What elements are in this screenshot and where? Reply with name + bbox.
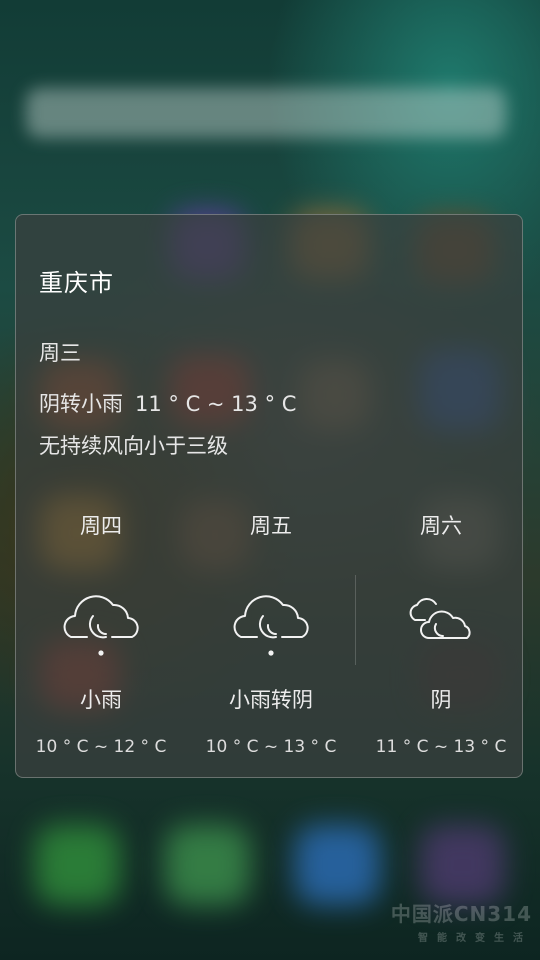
- forecast-day-label: 周六: [420, 514, 462, 538]
- forecast-day: 周四 小雨 10 ° C ~ 12 ° C: [16, 511, 186, 757]
- watermark-slogan: 智能改变生活: [418, 933, 532, 944]
- weather-card[interactable]: 重庆市 周三 阴转小雨 11 ° C ~ 13 ° C 无持续风向小于三级 周四 …: [15, 214, 523, 778]
- today-condition: 阴转小雨: [39, 392, 123, 416]
- blurred-search-bar: [26, 88, 506, 138]
- forecast-day: 周六 阴 11 ° C ~ 13 ° C: [356, 511, 526, 757]
- today-condition-line: 阴转小雨 11 ° C ~ 13 ° C: [39, 388, 296, 418]
- blurred-dock-icon: [165, 825, 250, 905]
- forecast-temperature: 10 ° C ~ 12 ° C: [35, 737, 167, 757]
- forecast-condition: 小雨: [80, 688, 122, 712]
- overcast-clouds-icon: [409, 598, 471, 639]
- today-wind: 无持续风向小于三级: [39, 434, 228, 458]
- city-name: 重庆市: [39, 269, 114, 297]
- blurred-dock-icon: [420, 825, 505, 905]
- rain-cloud-icon: [63, 595, 139, 656]
- today-day: 周三: [39, 341, 81, 365]
- forecast-day-label: 周五: [250, 514, 292, 538]
- today-temperature: 11 ° C ~ 13 ° C: [135, 392, 297, 416]
- site-watermark: 中国派CN314 智能改变生活: [391, 898, 532, 944]
- rain-cloud-icon: [233, 595, 309, 656]
- blurred-dock-icon: [35, 825, 120, 905]
- forecast-day: 周五 小雨转阴 10 ° C ~ 13 ° C: [186, 511, 356, 757]
- forecast-day-label: 周四: [80, 514, 122, 538]
- watermark-logo-text: 中国派CN314: [390, 902, 532, 926]
- forecast-condition: 阴: [430, 688, 452, 712]
- forecast-temperature: 11 ° C ~ 13 ° C: [375, 737, 507, 757]
- blurred-dock-icon: [295, 825, 380, 905]
- forecast-temperature: 10 ° C ~ 13 ° C: [205, 737, 337, 757]
- forecast-condition: 小雨转阴: [229, 688, 313, 712]
